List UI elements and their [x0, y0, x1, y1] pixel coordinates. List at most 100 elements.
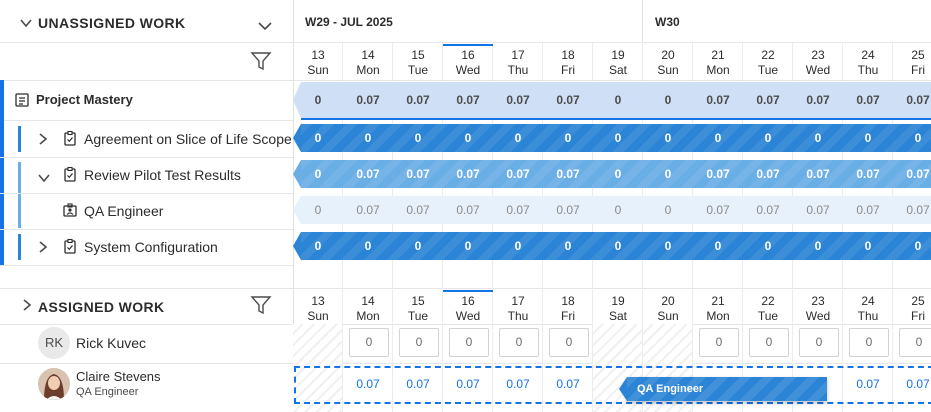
allocation-cell[interactable]: 0 — [643, 196, 693, 224]
allocation-cell[interactable]: 0 — [343, 124, 393, 152]
collapse-review-icon[interactable] — [38, 170, 50, 188]
allocation-cell[interactable]: 0.07 — [693, 82, 743, 118]
user-claire-role: QA Engineer — [76, 386, 139, 398]
allocation-cell[interactable]: 0 — [693, 124, 743, 152]
unassigned-title: UNASSIGNED WORK — [38, 15, 186, 31]
allocation-cell[interactable]: 0.07 — [843, 82, 893, 118]
allocation-cell[interactable]: 0 — [493, 124, 543, 152]
allocation-cell[interactable]: 0 — [293, 124, 343, 152]
rick-hours-input[interactable]: 0 — [399, 328, 439, 357]
chevron-down-icon[interactable] — [258, 18, 272, 36]
allocation-cell[interactable]: 0 — [293, 160, 343, 188]
allocation-cell[interactable]: 0 — [293, 82, 343, 118]
allocation-cell[interactable]: 0 — [793, 124, 843, 152]
rick-hours-input[interactable]: 0 — [749, 328, 789, 357]
allocation-cell[interactable]: 0.07 — [343, 196, 393, 224]
allocation-cell[interactable]: 0.07 — [743, 160, 793, 188]
allocation-cell[interactable]: 0.07 — [843, 196, 893, 224]
allocation-cell[interactable]: 0.07 — [543, 160, 593, 188]
expand-system-icon[interactable] — [38, 240, 48, 258]
allocation-cell[interactable]: 0 — [793, 232, 843, 260]
allocation-cell[interactable]: 0.07 — [443, 82, 493, 118]
allocation-cell[interactable]: 0.07 — [493, 196, 543, 224]
claire-allocation-cell[interactable]: 0.07 — [543, 372, 593, 396]
claire-allocation-cell[interactable]: 0.07 — [393, 372, 443, 396]
rick-hours-input[interactable]: 0 — [899, 328, 931, 357]
allocation-cell[interactable]: 0 — [593, 124, 643, 152]
allocation-cell[interactable]: 0 — [843, 232, 893, 260]
claire-allocation-cell[interactable]: 0.07 — [343, 372, 393, 396]
rick-hours-input[interactable]: 0 — [349, 328, 389, 357]
allocation-cell[interactable]: 0 — [743, 124, 793, 152]
allocation-cell[interactable]: 0 — [593, 160, 643, 188]
allocation-cell[interactable]: 0 — [693, 232, 743, 260]
allocation-cell[interactable]: 0 — [343, 232, 393, 260]
allocation-cell[interactable]: 0 — [593, 232, 643, 260]
collapse-unassigned-icon[interactable] — [20, 16, 32, 34]
rick-hours-input[interactable]: 0 — [549, 328, 589, 357]
allocation-cell[interactable]: 0.07 — [743, 82, 793, 118]
drag-chip-qa-engineer[interactable]: QA Engineer — [627, 377, 827, 401]
allocation-cell[interactable]: 0 — [643, 82, 693, 118]
rick-hours-input[interactable]: 0 — [499, 328, 539, 357]
allocation-cell[interactable]: 0.07 — [443, 160, 493, 188]
filter-icon[interactable] — [250, 294, 272, 321]
user-claire-name[interactable]: Claire Stevens — [76, 369, 161, 384]
user-rick-name[interactable]: Rick Kuvec — [76, 335, 146, 351]
allocation-cell[interactable]: 0.07 — [893, 82, 931, 118]
allocation-cell[interactable]: 0 — [643, 124, 693, 152]
allocation-cell[interactable]: 0.07 — [443, 196, 493, 224]
expand-agreement-icon[interactable] — [38, 132, 48, 150]
allocation-cell[interactable]: 0.07 — [393, 82, 443, 118]
allocation-cell[interactable]: 0 — [493, 232, 543, 260]
row-system-configuration[interactable]: System Configuration — [84, 239, 218, 255]
allocation-cell[interactable]: 0 — [593, 196, 643, 224]
allocation-cell[interactable]: 0 — [543, 124, 593, 152]
allocation-cell[interactable]: 0 — [293, 196, 343, 224]
allocation-cell[interactable]: 0 — [393, 232, 443, 260]
allocation-cell[interactable]: 0.07 — [393, 160, 443, 188]
allocation-cell[interactable]: 0.07 — [793, 196, 843, 224]
allocation-cell[interactable]: 0 — [393, 124, 443, 152]
allocation-cell[interactable]: 0.07 — [543, 82, 593, 118]
row-qa-engineer[interactable]: QA Engineer — [84, 203, 163, 219]
allocation-cell[interactable]: 0 — [593, 82, 643, 118]
claire-allocation-cell[interactable]: 0.07 — [443, 372, 493, 396]
allocation-cell[interactable]: 0 — [643, 232, 693, 260]
rick-hours-input[interactable]: 0 — [799, 328, 839, 357]
allocation-cell[interactable]: 0.07 — [543, 196, 593, 224]
allocation-cell[interactable]: 0 — [843, 124, 893, 152]
allocation-cell[interactable]: 0 — [293, 232, 343, 260]
allocation-cell[interactable]: 0.07 — [493, 160, 543, 188]
claire-allocation-cell[interactable]: 0.07 — [493, 372, 543, 396]
allocation-cell[interactable]: 0.07 — [793, 82, 843, 118]
claire-allocation-cell[interactable]: 0.07 — [843, 372, 893, 396]
allocation-cell[interactable]: 0.07 — [343, 82, 393, 118]
allocation-cell[interactable]: 0 — [743, 232, 793, 260]
allocation-cell[interactable]: 0.07 — [493, 82, 543, 118]
allocation-cell[interactable]: 0.07 — [393, 196, 443, 224]
allocation-cell[interactable]: 0.07 — [743, 196, 793, 224]
rick-hours-input[interactable]: 0 — [849, 328, 889, 357]
rick-hours-input[interactable]: 0 — [449, 328, 489, 357]
row-agreement[interactable]: Agreement on Slice of Life Scope — [84, 131, 292, 147]
allocation-cell[interactable]: 0 — [643, 160, 693, 188]
filter-icon[interactable] — [250, 50, 272, 77]
claire-allocation-cell[interactable]: 0.07 — [893, 372, 931, 396]
allocation-cell[interactable]: 0.07 — [843, 160, 893, 188]
row-project-mastery[interactable]: Project Mastery — [36, 92, 133, 107]
allocation-cell[interactable]: 0.07 — [693, 196, 743, 224]
allocation-cell[interactable]: 0.07 — [793, 160, 843, 188]
allocation-cell[interactable]: 0.07 — [893, 160, 931, 188]
allocation-cell[interactable]: 0 — [893, 124, 931, 152]
rick-hours-input[interactable]: 0 — [699, 328, 739, 357]
expand-assigned-icon[interactable] — [22, 298, 32, 316]
allocation-cell[interactable]: 0.07 — [343, 160, 393, 188]
allocation-cell[interactable]: 0 — [443, 124, 493, 152]
allocation-cell[interactable]: 0 — [893, 232, 931, 260]
allocation-cell[interactable]: 0.07 — [693, 160, 743, 188]
row-review[interactable]: Review Pilot Test Results — [84, 167, 241, 183]
allocation-cell[interactable]: 0.07 — [893, 196, 931, 224]
allocation-cell[interactable]: 0 — [443, 232, 493, 260]
allocation-cell[interactable]: 0 — [543, 232, 593, 260]
